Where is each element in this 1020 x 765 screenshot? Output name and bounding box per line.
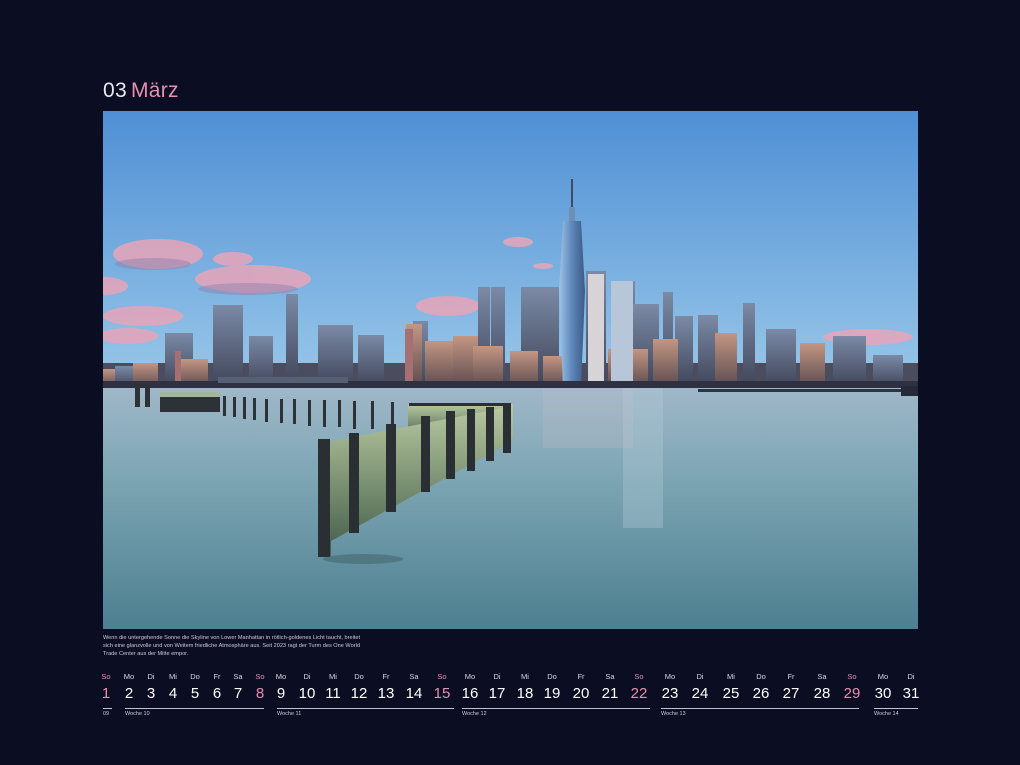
day-28: Sa 28 [807, 672, 837, 703]
day-15: So 15 [427, 672, 457, 703]
week-14: Woche 14 [874, 708, 918, 719]
week-9: 09 [103, 708, 112, 719]
day-name: Sa [817, 672, 827, 681]
day-22: So 22 [624, 672, 654, 703]
day-name: Mo [664, 672, 676, 681]
day-name: So [634, 672, 644, 681]
day-date: 19 [543, 685, 561, 702]
day-date: 31 [902, 685, 920, 702]
day-name: Mo [464, 672, 476, 681]
day-name: Fr [787, 672, 795, 681]
week-13: Woche 13 [661, 708, 859, 719]
day-date: 26 [752, 685, 770, 702]
day-27: Fr 27 [776, 672, 806, 703]
day-31: Di 31 [896, 672, 926, 703]
day-name: Do [547, 672, 557, 681]
day-date: 17 [488, 685, 506, 702]
skyline-photo [103, 111, 918, 629]
day-23: Mo 23 [655, 672, 685, 703]
day-30: Mo 30 [868, 672, 898, 703]
day-date: 30 [874, 685, 892, 702]
day-name: Do [756, 672, 766, 681]
week-label: Woche 10 [125, 711, 150, 717]
day-20: Fr 20 [566, 672, 596, 703]
day-date: 13 [377, 685, 395, 702]
day-name: So [437, 672, 447, 681]
week-label: Woche 12 [462, 711, 487, 717]
day-24: Di 24 [685, 672, 715, 703]
day-date: 27 [782, 685, 800, 702]
day-date: 23 [661, 685, 679, 702]
day-date: 15 [433, 685, 451, 702]
day-date: 14 [405, 685, 423, 702]
day-name: Di [907, 672, 915, 681]
week-12: Woche 12 [462, 708, 650, 719]
day-name: Sa [605, 672, 615, 681]
month-number: 03 [103, 79, 127, 102]
day-name: Fr [577, 672, 585, 681]
day-26: Do 26 [746, 672, 776, 703]
day-name: Sa [409, 672, 419, 681]
day-name: Do [354, 672, 364, 681]
photo-caption: Wenn die untergehende Sonne die Skyline … [103, 635, 361, 657]
day-29: So 29 [837, 672, 867, 703]
day-date: 25 [722, 685, 740, 702]
day-16: Mo 16 [455, 672, 485, 703]
month-header: 03 März [103, 79, 179, 103]
week-label: Woche 11 [277, 711, 302, 717]
day-date: 20 [572, 685, 590, 702]
day-name: Mo [877, 672, 889, 681]
day-17: Di 17 [482, 672, 512, 703]
day-date: 29 [843, 685, 861, 702]
week-11: Woche 11 [277, 708, 454, 719]
month-name: März [130, 79, 179, 102]
calendar-strip: So 1 Mo 2 Di 3 Mi 4 Do 5 Fr 6 Sa 7 So 8 Mo 9 Di 10… [101, 672, 919, 722]
day-name: Di [696, 672, 704, 681]
day-19: Do 19 [537, 672, 567, 703]
week-label: Woche 14 [874, 711, 899, 717]
day-date: 28 [813, 685, 831, 702]
day-date: 12 [350, 685, 368, 702]
day-date: 21 [601, 685, 619, 702]
day-date: 18 [516, 685, 534, 702]
day-name: Mi [727, 672, 735, 681]
day-date: 22 [630, 685, 648, 702]
week-10: Woche 10 [125, 708, 264, 719]
day-date: 16 [461, 685, 479, 702]
day-name: Fr [382, 672, 390, 681]
day-18: Mi 18 [510, 672, 540, 703]
day-25: Mi 25 [716, 672, 746, 703]
day-date: 24 [691, 685, 709, 702]
day-21: Sa 21 [595, 672, 625, 703]
day-name: So [847, 672, 857, 681]
day-12: Do 12 [344, 672, 374, 703]
day-name: Mi [521, 672, 529, 681]
day-14: Sa 14 [399, 672, 429, 703]
week-label: 09 [103, 711, 110, 717]
day-13: Fr 13 [371, 672, 401, 703]
week-label: Woche 13 [661, 711, 686, 717]
day-name: Di [493, 672, 501, 681]
